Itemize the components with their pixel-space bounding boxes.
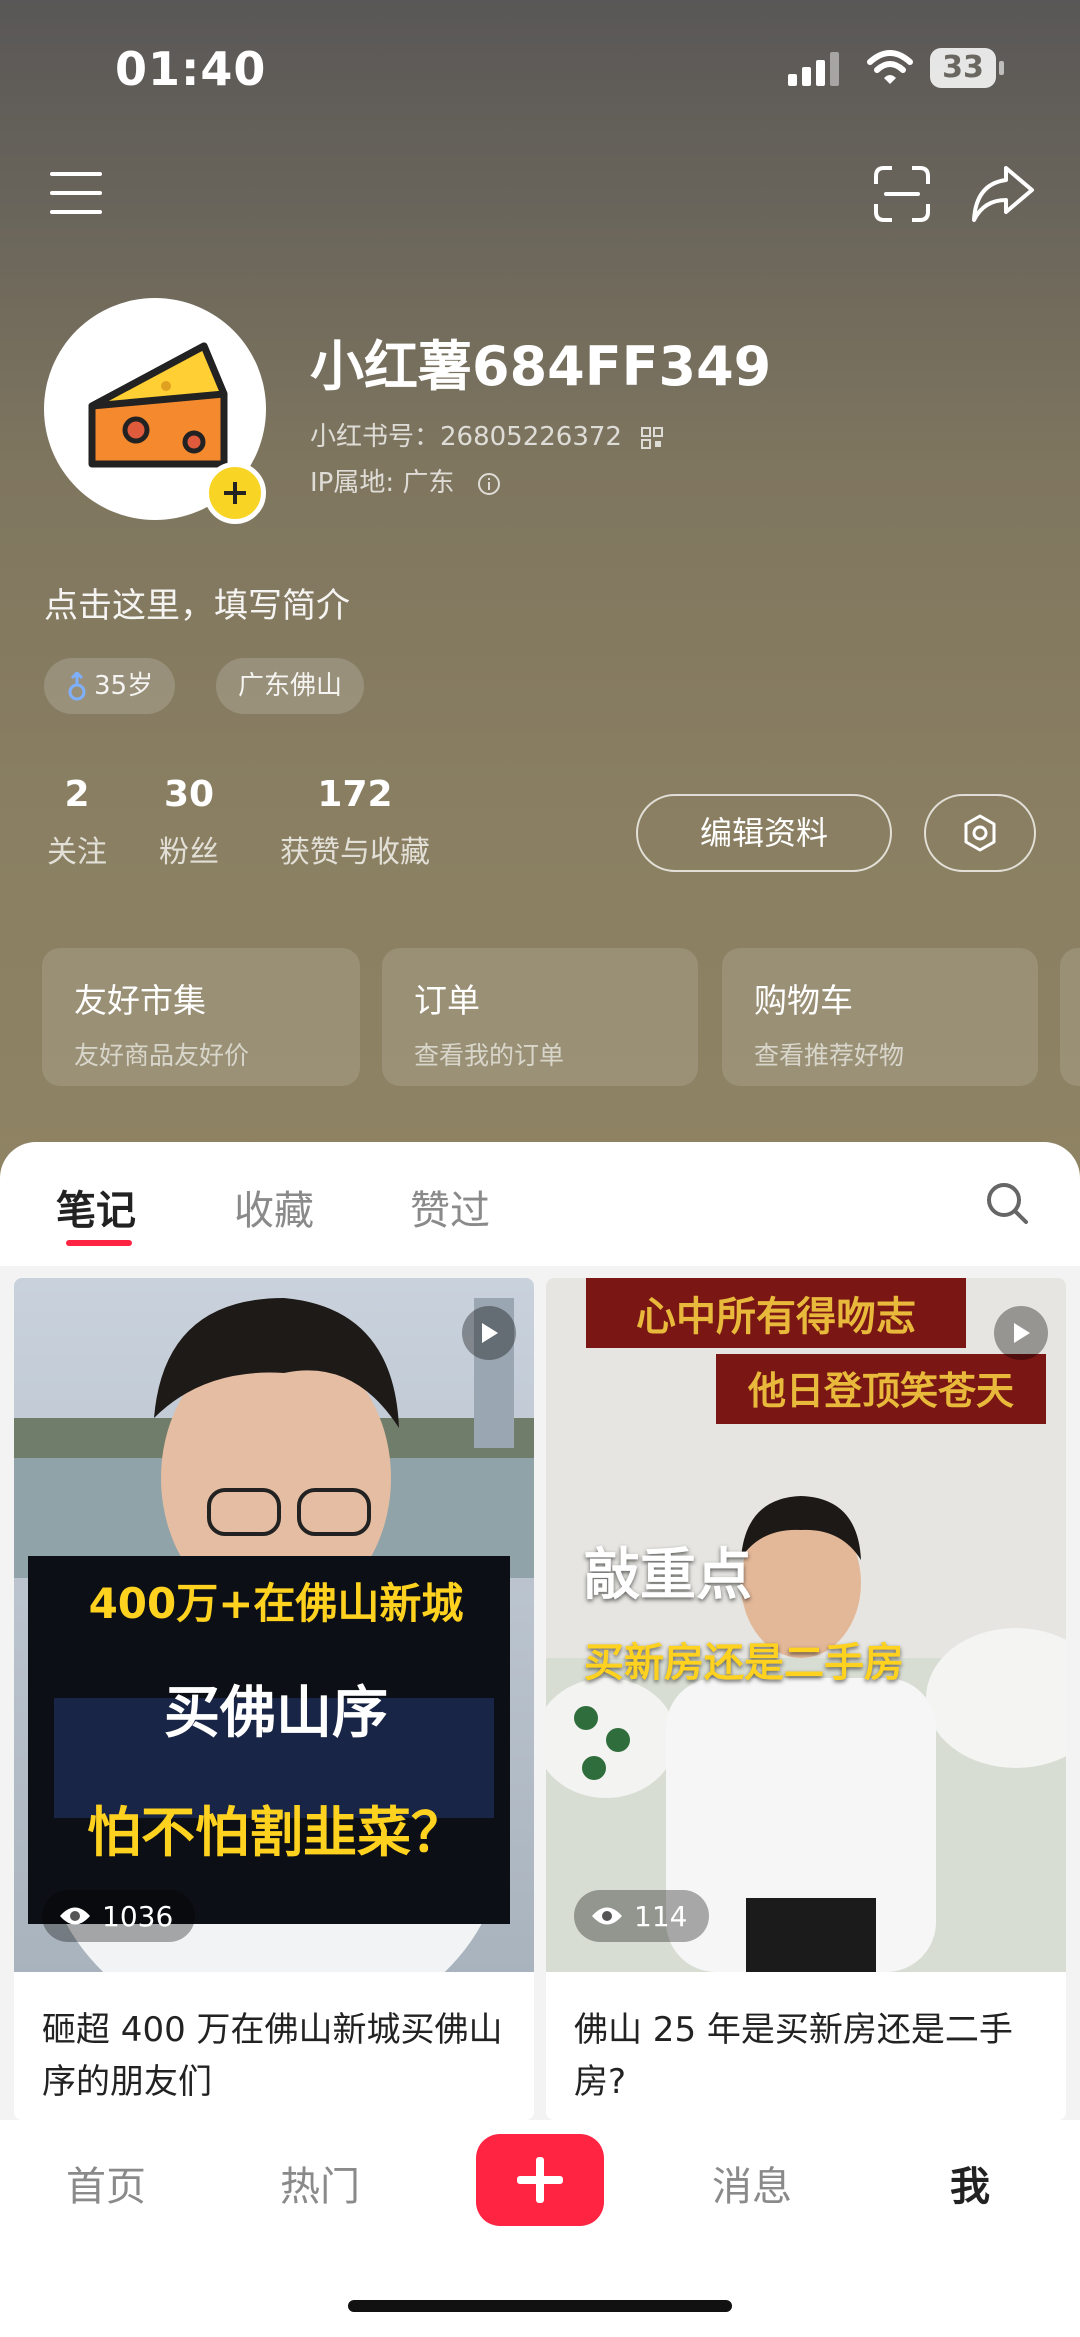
note-cover[interactable]: 400万+在佛山新城 买佛山序 怕不怕割韭菜？ 1036 <box>14 1278 534 1972</box>
note-card[interactable]: 400万+在佛山新城 买佛山序 怕不怕割韭菜？ 1036 砸超 400 万在佛山… <box>14 1278 534 2120</box>
stat-following-count: 2 <box>64 774 90 815</box>
note-title: 砸超 400 万在佛山新城买佛山序的朋友们 <box>42 2010 503 2102</box>
gender-male-icon <box>68 670 86 700</box>
cover-calligraphy-bottom: 他日登顶笑苍天 <box>747 1369 1014 1413</box>
card-subtitle: 友好商品友好价 <box>74 1041 250 1070</box>
stat-followers-label: 粉丝 <box>159 835 219 870</box>
play-icon <box>1014 1323 1030 1343</box>
tab-notes[interactable]: 笔记 <box>56 1178 136 1236</box>
stat-followers[interactable]: 30 粉丝 <box>156 774 222 871</box>
edit-profile-button[interactable]: 编辑资料 <box>636 794 892 872</box>
info-icon[interactable] <box>477 472 501 496</box>
nav-messages[interactable]: 消息 <box>712 2154 792 2212</box>
home-indicator <box>348 2300 732 2312</box>
tab-collections[interactable]: 收藏 <box>234 1178 314 1236</box>
gear-icon <box>964 814 996 852</box>
qr-code-icon[interactable] <box>640 426 664 450</box>
play-icon <box>482 1323 498 1343</box>
cover-subheadline: 买新房还是二手房 <box>584 1640 904 1686</box>
note-card[interactable]: 心中所有得吻志 他日登顶笑苍天 敲重点 买新房还是二手房 114 佛山 25 年… <box>546 1278 1066 2120</box>
nav-home[interactable]: 首页 <box>66 2154 146 2212</box>
stat-following[interactable]: 2 关注 <box>44 774 110 871</box>
view-count: 1036 <box>42 1890 196 1942</box>
card-title: 订单 <box>414 981 480 1020</box>
tab-liked[interactable]: 赞过 <box>410 1178 490 1236</box>
red-id[interactable]: 小红书号：26805226372 <box>310 416 664 453</box>
plus-icon <box>224 482 246 504</box>
view-count-text: 1036 <box>102 1899 174 1933</box>
settings-button[interactable] <box>924 794 1036 872</box>
cover-question: 怕不怕割韭菜？ <box>87 1801 465 1864</box>
eye-icon <box>592 1907 622 1925</box>
cellular-signal-icon <box>788 52 839 86</box>
note-cover[interactable]: 心中所有得吻志 他日登顶笑苍天 敲重点 买新房还是二手房 114 <box>546 1278 1066 1972</box>
video-play-badge <box>462 1306 516 1360</box>
age-text: 35岁 <box>94 671 154 701</box>
cover-calligraphy-top: 心中所有得吻志 <box>636 1294 916 1340</box>
stat-likes-label: 获赞与收藏 <box>280 835 430 870</box>
card-title: 购物车 <box>754 981 853 1020</box>
ip-text: IP属地: 广东 <box>310 468 455 498</box>
ip-location: IP属地: 广东 <box>310 462 501 499</box>
red-id-text: 小红书号：26805226372 <box>310 422 622 452</box>
card-title: 友好市集 <box>74 981 206 1020</box>
eye-icon <box>60 1907 90 1925</box>
card-cart[interactable]: 购物车 查看推荐好物 <box>722 948 1038 1086</box>
wifi-icon <box>867 50 913 84</box>
card-friendly-market[interactable]: 友好市集 友好商品友好价 <box>42 948 360 1086</box>
nav-me[interactable]: 我 <box>950 2154 990 2212</box>
location-tag: 广东佛山 <box>216 658 365 714</box>
cover-headline: 400万+在佛山新城 <box>88 1579 464 1628</box>
cover-headline: 敲重点 <box>584 1543 752 1608</box>
nickname: 小红薯684FF349 <box>310 335 772 398</box>
create-post-button[interactable] <box>476 2134 604 2226</box>
stat-following-label: 关注 <box>47 835 107 870</box>
status-time: 01:40 <box>115 42 267 96</box>
card-subtitle: 查看推荐好物 <box>754 1041 905 1070</box>
add-avatar-button[interactable] <box>204 462 266 524</box>
card-subtitle: 查看我的订单 <box>414 1041 565 1070</box>
view-count: 114 <box>574 1890 710 1942</box>
age-tag: 35岁 <box>44 658 176 714</box>
nav-trending[interactable]: 热门 <box>280 2154 360 2212</box>
stat-likes-count: 172 <box>317 774 393 815</box>
menu-icon[interactable] <box>46 168 106 218</box>
share-icon[interactable] <box>970 162 1036 224</box>
bio-prompt[interactable]: 点击这里，填写简介 <box>44 578 350 627</box>
card-more[interactable] <box>1060 948 1080 1086</box>
note-title: 佛山 25 年是买新房还是二手房? <box>574 2010 1013 2102</box>
video-play-badge <box>994 1306 1048 1360</box>
cover-subheadline: 买佛山序 <box>164 1681 388 1746</box>
search-icon[interactable] <box>984 1180 1030 1226</box>
card-orders[interactable]: 订单 查看我的订单 <box>382 948 698 1086</box>
battery-indicator: 33 <box>930 48 1004 88</box>
stat-likes-collects[interactable]: 172 获赞与收藏 <box>272 774 438 871</box>
scan-icon[interactable] <box>872 164 932 224</box>
stat-followers-count: 30 <box>163 774 215 815</box>
view-count-text: 114 <box>634 1899 688 1933</box>
plus-icon <box>517 2157 563 2203</box>
tab-indicator <box>66 1240 132 1246</box>
